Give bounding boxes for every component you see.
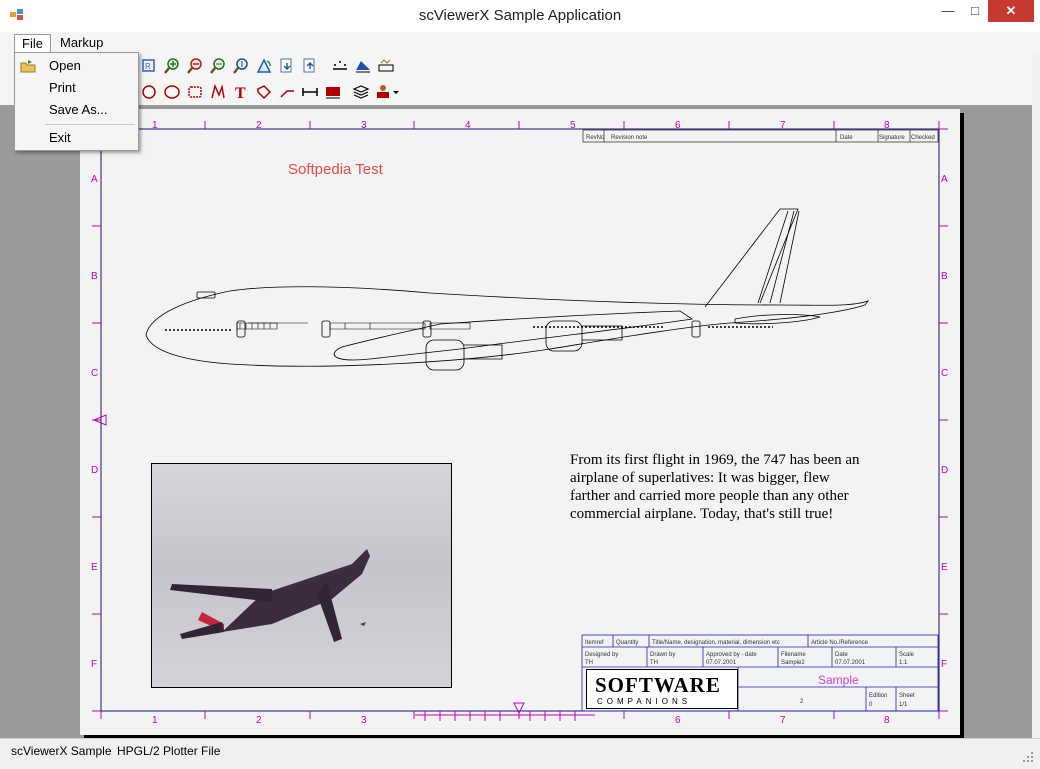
menu-item-save-as[interactable]: Save As... bbox=[49, 102, 108, 117]
svg-text:D: D bbox=[941, 465, 948, 476]
redline-icon[interactable] bbox=[374, 83, 400, 101]
rotate-icon[interactable] bbox=[255, 57, 273, 75]
drawing-sheet[interactable]: 12 34 56 78 12 36 78 AB CD EF AB CD EF R… bbox=[80, 109, 960, 735]
drawing-viewport[interactable]: 12 34 56 78 12 36 78 AB CD EF AB CD EF R… bbox=[0, 105, 1032, 738]
close-button[interactable]: ✕ bbox=[988, 0, 1034, 22]
svg-text:B: B bbox=[941, 271, 948, 282]
title-block-sample: Sample bbox=[818, 673, 859, 687]
menu-item-exit[interactable]: Exit bbox=[49, 130, 71, 145]
svg-text:F: F bbox=[91, 659, 97, 670]
zoom-extents-icon[interactable] bbox=[232, 57, 250, 75]
svg-text:7: 7 bbox=[780, 715, 786, 726]
window-title: scViewerX Sample Application bbox=[418, 7, 622, 24]
svg-text:4: 4 bbox=[465, 120, 471, 131]
svg-text:C: C bbox=[941, 368, 948, 379]
svg-text:2: 2 bbox=[256, 120, 262, 131]
polyline-icon[interactable] bbox=[209, 83, 227, 101]
markup-pts-icon[interactable] bbox=[331, 57, 349, 75]
minimize-button[interactable]: — bbox=[934, 0, 962, 22]
svg-text:2: 2 bbox=[256, 715, 262, 726]
export-icon[interactable] bbox=[301, 57, 319, 75]
circle-icon[interactable] bbox=[140, 83, 158, 101]
svg-text:7: 7 bbox=[780, 120, 786, 131]
status-bar: scViewerX Sample HPGL/2 Plotter File bbox=[0, 738, 1040, 769]
menu-markup[interactable]: Markup bbox=[53, 34, 110, 51]
svg-text:1: 1 bbox=[152, 120, 158, 131]
software-companions-logo: SOFTWARE COMPANIONS bbox=[586, 669, 738, 709]
svg-text:5: 5 bbox=[570, 120, 576, 131]
layers-icon[interactable] bbox=[352, 83, 370, 101]
svg-text:E: E bbox=[941, 562, 948, 573]
menu-item-open[interactable]: Open bbox=[49, 58, 81, 73]
open-folder-icon bbox=[20, 60, 36, 73]
status-app-name: scViewerX Sample bbox=[11, 744, 112, 758]
svg-text:R: R bbox=[145, 62, 151, 71]
arrow-icon[interactable] bbox=[278, 83, 296, 101]
zoom-out-icon[interactable] bbox=[186, 57, 204, 75]
stamp-icon[interactable] bbox=[324, 83, 342, 101]
svg-text:C: C bbox=[91, 368, 98, 379]
drawing-title: Softpedia Test bbox=[288, 161, 383, 178]
markup-area-icon[interactable] bbox=[354, 57, 372, 75]
title-bar: scViewerX Sample Application — □ ✕ bbox=[0, 0, 1040, 33]
menu-separator bbox=[45, 124, 135, 125]
svg-text:8: 8 bbox=[884, 120, 890, 131]
airplane-photo bbox=[151, 463, 452, 688]
ellipse-icon[interactable] bbox=[163, 83, 181, 101]
airplane-silhouette-icon bbox=[170, 549, 370, 642]
dimension-icon[interactable] bbox=[301, 83, 319, 101]
file-menu-dropdown: Open Print Save As... Exit bbox=[14, 52, 139, 151]
svg-text:8: 8 bbox=[884, 715, 890, 726]
import-icon[interactable] bbox=[278, 57, 296, 75]
zoom-window-icon[interactable] bbox=[209, 57, 227, 75]
svg-text:A: A bbox=[91, 174, 98, 185]
svg-text:1: 1 bbox=[152, 715, 158, 726]
menu-file[interactable]: File bbox=[14, 34, 51, 52]
toolbar-markup: T bbox=[0, 79, 1032, 106]
toolbar-view: R bbox=[0, 53, 1032, 80]
svg-text:3: 3 bbox=[361, 120, 367, 131]
menu-item-print[interactable]: Print bbox=[49, 80, 76, 95]
eraser-icon[interactable] bbox=[255, 83, 273, 101]
status-file-type: HPGL/2 Plotter File bbox=[117, 744, 221, 758]
svg-text:3: 3 bbox=[361, 715, 367, 726]
svg-text:T: T bbox=[235, 85, 246, 101]
svg-text:A: A bbox=[941, 174, 948, 185]
svg-text:F: F bbox=[941, 659, 947, 670]
svg-text:6: 6 bbox=[675, 120, 681, 131]
text-icon[interactable]: T bbox=[232, 83, 250, 101]
markup-style-icon[interactable] bbox=[377, 57, 395, 75]
svg-text:6: 6 bbox=[675, 715, 681, 726]
svg-text:E: E bbox=[91, 562, 98, 573]
maximize-button[interactable]: □ bbox=[962, 0, 988, 22]
zoom-in-icon[interactable] bbox=[163, 57, 181, 75]
drawing-description: From its first flight in 1969, the 747 h… bbox=[570, 452, 860, 522]
svg-text:D: D bbox=[91, 465, 98, 476]
zoom-fit-icon[interactable]: R bbox=[140, 57, 158, 75]
svg-text:B: B bbox=[91, 271, 98, 282]
cloud-icon[interactable] bbox=[186, 83, 204, 101]
menu-bar: File Markup bbox=[0, 32, 1040, 53]
resize-grip-icon[interactable] bbox=[1022, 751, 1034, 763]
